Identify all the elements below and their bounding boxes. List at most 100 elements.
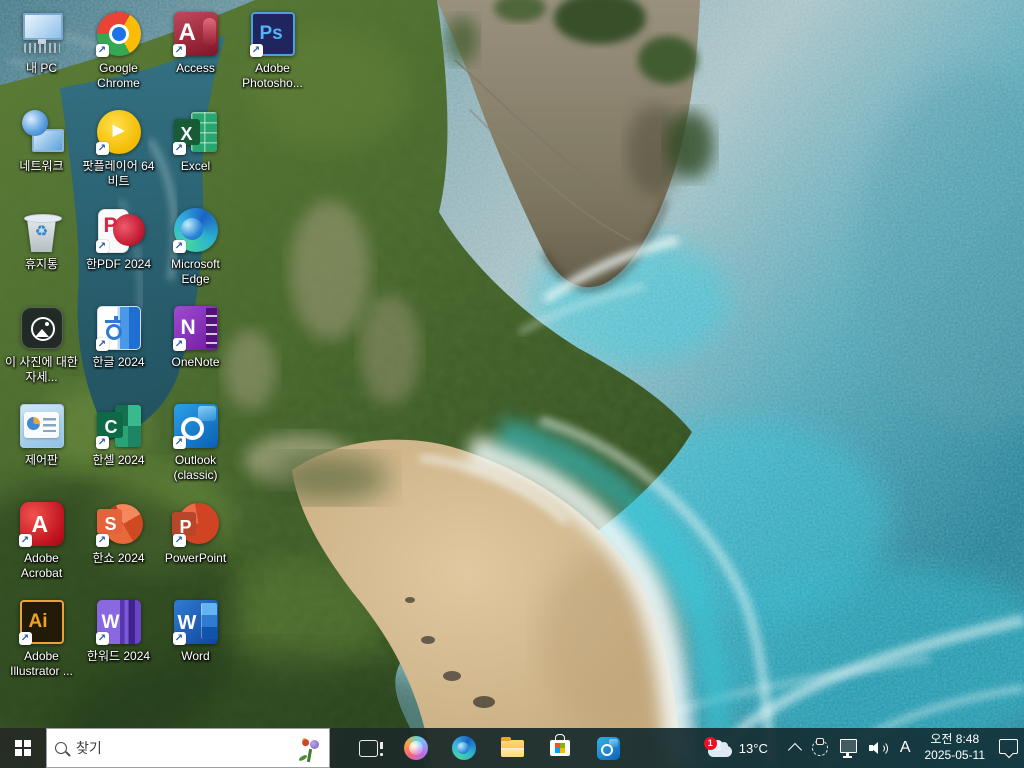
icon-label: Google Chrome — [80, 61, 157, 91]
desktop-icon-adobe-illustrator[interactable]: Ai↗Adobe Illustrator ... — [3, 598, 80, 679]
icon-label: 한워드 2024 — [80, 649, 157, 664]
action-center-button[interactable] — [993, 728, 1024, 768]
desktop-icon-word[interactable]: W↗Word — [157, 598, 234, 664]
taskbar: 찾기 1 13°C A 오전 8:48 2025-05-11 — [0, 728, 1024, 768]
icon-glyph: ♻ — [18, 224, 66, 239]
desktop-icon-hanpdf-2024[interactable]: P ↗ 한PDF 2024 — [80, 206, 157, 272]
recycle-bin-icon: ♻ — [18, 206, 66, 254]
start-button[interactable] — [0, 728, 46, 768]
icon-label: 한쇼 2024 — [80, 551, 157, 566]
desktop-icon-hangul-2024[interactable]: ↗한글 2024 — [80, 304, 157, 370]
desktop-icon-access[interactable]: A↗ Access — [157, 10, 234, 76]
desktop-icon-google-chrome[interactable]: ↗Google Chrome — [80, 10, 157, 91]
weather-badge: 1 — [704, 737, 717, 750]
weather-widget[interactable]: 1 13°C — [702, 728, 774, 768]
my-pc-icon — [18, 10, 66, 58]
shortcut-arrow-icon: ↗ — [173, 338, 186, 351]
hancell-2024-icon: C↗ — [95, 402, 143, 450]
icon-glyph: X — [181, 125, 193, 143]
desktop-icon-hancell-2024[interactable]: C↗ 한셀 2024 — [80, 402, 157, 468]
icon-label: 네트워크 — [3, 159, 80, 174]
desktop-icon-control-panel[interactable]: 제어판 — [3, 402, 80, 468]
icon-label: 팟플레이어 64 비트 — [80, 159, 157, 189]
icon-label: Access — [157, 61, 234, 76]
icon-label: Adobe Photosho... — [234, 61, 311, 91]
desktop-icon-onenote[interactable]: N↗OneNote — [157, 304, 234, 370]
file-explorer-icon — [501, 740, 524, 757]
adobe-illustrator-icon: Ai↗ — [18, 598, 66, 646]
desktop-icon-hanword-2024[interactable]: W↗ 한워드 2024 — [80, 598, 157, 664]
tray-status-button[interactable] — [806, 728, 834, 768]
outlook-icon — [597, 737, 620, 760]
icon-label: Adobe Acrobat — [3, 551, 80, 581]
shortcut-arrow-icon: ↗ — [19, 632, 32, 645]
desktop-icon-network[interactable]: 네트워크 — [3, 108, 80, 174]
desktop-icon-picture-info[interactable]: 이 사진에 대한 자세... — [3, 304, 80, 385]
taskbar-microsoft-edge-button[interactable] — [440, 728, 488, 768]
icon-glyph: N — [181, 317, 196, 338]
ime-indicator[interactable]: A — [894, 728, 917, 768]
google-chrome-icon: ↗ — [95, 10, 143, 58]
adobe-photoshop-icon: Ps↗ — [249, 10, 297, 58]
microsoft-edge-icon — [452, 736, 476, 760]
taskbar-buttons — [344, 728, 632, 768]
weather-temperature: 13°C — [739, 741, 768, 756]
taskbar-search[interactable]: 찾기 — [46, 728, 330, 768]
icon-label: PowerPoint — [157, 551, 234, 566]
icon-glyph: P — [104, 215, 118, 236]
desktop-icon-powerpoint[interactable]: P↗ PowerPoint — [157, 500, 234, 566]
task-view-icon — [359, 740, 378, 757]
show-hidden-icons-button[interactable] — [784, 728, 806, 768]
shortcut-arrow-icon: ↗ — [96, 632, 109, 645]
taskbar-task-view-button[interactable] — [344, 728, 392, 768]
onenote-icon: N↗ — [172, 304, 220, 352]
access-icon: A↗ — [172, 10, 220, 58]
shortcut-arrow-icon: ↗ — [96, 240, 109, 253]
shortcut-arrow-icon: ↗ — [173, 632, 186, 645]
desktop-icon-adobe-photoshop[interactable]: Ps↗Adobe Photosho... — [234, 10, 311, 91]
icon-label: 한PDF 2024 — [80, 257, 157, 272]
desktop-icon-potplayer-64bit[interactable]: ▶↗팟플레이어 64 비트 — [80, 108, 157, 189]
taskbar-outlook-button[interactable] — [584, 728, 632, 768]
shortcut-arrow-icon: ↗ — [96, 338, 109, 351]
icon-glyph: W — [178, 613, 197, 633]
excel-icon: X↗ — [172, 108, 220, 156]
taskbar-microsoft-store-button[interactable] — [536, 728, 584, 768]
desktop-icon-hanshow-2024[interactable]: S↗한쇼 2024 — [80, 500, 157, 566]
desktop-icon-grid: 내 PC↗Google ChromeA↗AccessPs↗Adobe Photo… — [0, 0, 1024, 728]
shortcut-arrow-icon: ↗ — [250, 44, 263, 57]
microsoft-edge-icon: ↗ — [172, 206, 220, 254]
ime-mode-label: A — [900, 739, 911, 757]
taskbar-file-explorer-button[interactable] — [488, 728, 536, 768]
volume-button[interactable] — [863, 728, 894, 768]
icon-label: 이 사진에 대한 자세... — [3, 355, 80, 385]
taskbar-copilot-button[interactable] — [392, 728, 440, 768]
icon-glyph: C — [105, 418, 118, 436]
icon-glyph: A — [179, 21, 196, 45]
shortcut-arrow-icon: ↗ — [96, 436, 109, 449]
weather-cloud-icon: 1 — [708, 746, 732, 757]
desktop-icon-recycle-bin[interactable]: ♻휴지통 — [3, 206, 80, 272]
microsoft-store-icon — [550, 740, 570, 756]
icon-glyph: ▶ — [113, 123, 125, 139]
clock-date: 2025-05-11 — [925, 748, 986, 764]
desktop-icon-microsoft-edge[interactable]: ↗Microsoft Edge — [157, 206, 234, 287]
icon-label: Outlook (classic) — [157, 453, 234, 483]
windows-desktop: 내 PC↗Google ChromeA↗AccessPs↗Adobe Photo… — [0, 0, 1024, 768]
icon-label: 한셀 2024 — [80, 453, 157, 468]
desktop-icon-outlook-classic[interactable]: ↗ Outlook (classic) — [157, 402, 234, 483]
icon-glyph: W — [102, 613, 120, 632]
network-button[interactable] — [834, 728, 863, 768]
search-highlight-bouquet-icon[interactable] — [297, 734, 321, 762]
desktop-icon-adobe-acrobat[interactable]: A↗Adobe Acrobat — [3, 500, 80, 581]
icon-label: Microsoft Edge — [157, 257, 234, 287]
hanword-2024-icon: W↗ — [95, 598, 143, 646]
powerpoint-icon: P↗ — [172, 500, 220, 548]
system-tray: 1 13°C A 오전 8:48 2025-05-11 — [702, 728, 1024, 768]
desktop-icon-excel[interactable]: X↗Excel — [157, 108, 234, 174]
shortcut-arrow-icon: ↗ — [173, 142, 186, 155]
taskbar-clock[interactable]: 오전 8:48 2025-05-11 — [917, 732, 994, 763]
network-icon — [840, 739, 857, 753]
desktop-icon-my-pc[interactable]: 내 PC — [3, 10, 80, 76]
shortcut-arrow-icon: ↗ — [173, 436, 186, 449]
